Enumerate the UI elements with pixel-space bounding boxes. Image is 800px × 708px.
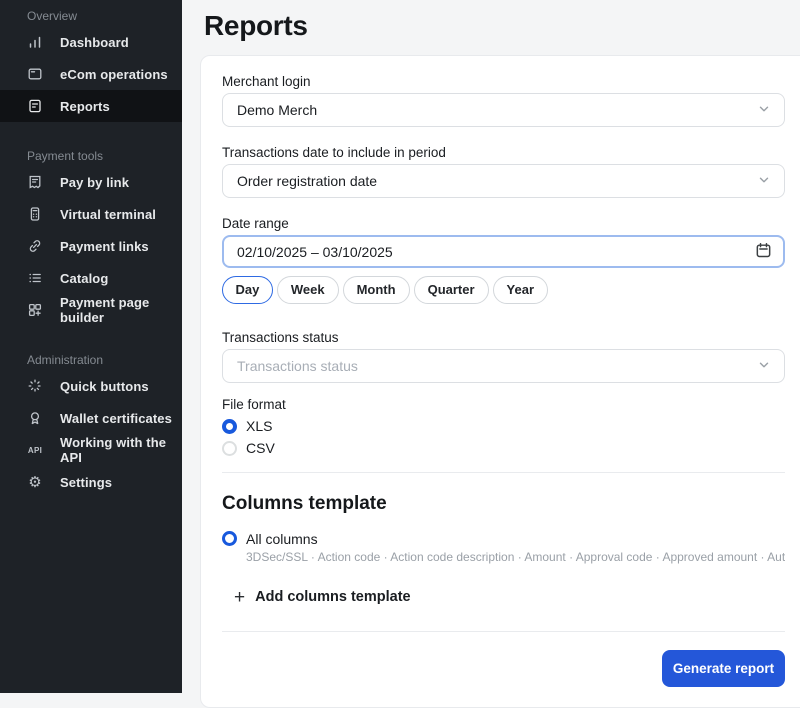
columns-template-option-all: All columns 3DSec/SSL · Action code · Ac… (222, 531, 785, 564)
section-divider (222, 472, 785, 473)
sidebar-item-payment-links[interactable]: Payment links (0, 230, 182, 262)
sidebar-item-virtual-terminal[interactable]: Virtual terminal (0, 198, 182, 230)
card-icon (27, 66, 43, 82)
radio-selected-icon[interactable] (222, 419, 237, 434)
sidebar-item-settings[interactable]: ⚙ Settings (0, 466, 182, 498)
sidebar-item-label: Virtual terminal (60, 207, 156, 222)
link-icon (27, 238, 43, 254)
receipt-icon (27, 174, 43, 190)
sidebar-item-label: Reports (60, 99, 110, 114)
sidebar-item-wallet-certificates[interactable]: Wallet certificates (0, 402, 182, 434)
transactions-status-label: Transactions status (222, 330, 785, 345)
period-pill-quarter[interactable]: Quarter (414, 276, 489, 304)
bar-chart-icon (27, 34, 43, 50)
sidebar-item-working-with-the-api[interactable]: API Working with the API (0, 434, 182, 466)
sidebar: Overview Dashboard eCom operations Repor… (0, 0, 182, 693)
sidebar-item-dashboard[interactable]: Dashboard (0, 26, 182, 58)
list-icon (27, 270, 43, 286)
sidebar-item-reports[interactable]: Reports (0, 90, 182, 122)
transactions-date-value: Order registration date (237, 173, 377, 189)
chevron-down-icon (757, 102, 771, 119)
add-columns-template-button[interactable]: + Add columns template (234, 588, 411, 607)
radio-selected-icon[interactable] (222, 531, 237, 546)
calendar-icon[interactable] (755, 242, 772, 262)
terminal-icon (27, 206, 43, 222)
sidebar-item-label: Dashboard (60, 35, 129, 50)
date-range-label: Date range (222, 216, 785, 231)
period-pill-year[interactable]: Year (493, 276, 548, 304)
sidebar-item-label: eCom operations (60, 67, 168, 82)
merchant-login-select[interactable]: Demo Merch (222, 93, 785, 127)
generate-report-button[interactable]: Generate report (662, 650, 785, 687)
all-columns-radio-row[interactable]: All columns (222, 531, 785, 547)
transactions-date-select[interactable]: Order registration date (222, 164, 785, 198)
main-content: Reports Merchant login Demo Merch Transa… (182, 0, 800, 693)
columns-template-heading: Columns template (222, 493, 785, 515)
sidebar-item-label: Settings (60, 475, 112, 490)
plus-icon: + (234, 588, 245, 607)
radio-label: CSV (246, 440, 275, 456)
api-icon: API (27, 442, 43, 458)
transactions-status-placeholder: Transactions status (237, 358, 358, 374)
file-format-option-xls[interactable]: XLS (222, 418, 785, 434)
file-format-option-csv[interactable]: CSV (222, 440, 785, 456)
sidebar-item-label: Working with the API (60, 435, 182, 465)
period-pill-week[interactable]: Week (277, 276, 339, 304)
sidebar-section-administration: Administration (0, 350, 182, 370)
sidebar-item-payment-page-builder[interactable]: Payment page builder (0, 294, 182, 326)
chevron-down-icon (757, 173, 771, 190)
date-range-value: 02/10/2025 – 03/10/2025 (237, 244, 393, 260)
sidebar-item-label: Payment page builder (60, 295, 182, 325)
transactions-date-label: Transactions date to include in period (222, 145, 785, 160)
grid-plus-icon (27, 302, 43, 318)
radio-label: All columns (246, 531, 318, 547)
gear-icon: ⚙ (27, 474, 43, 490)
merchant-login-value: Demo Merch (237, 102, 317, 118)
period-pill-day[interactable]: Day (222, 276, 273, 304)
report-icon (27, 98, 43, 114)
transactions-status-select[interactable]: Transactions status (222, 349, 785, 383)
all-columns-description: 3DSec/SSL · Action code · Action code de… (246, 550, 785, 564)
add-columns-template-label: Add columns template (255, 589, 411, 605)
chevron-down-icon (757, 358, 771, 375)
merchant-login-label: Merchant login (222, 74, 785, 89)
sidebar-item-catalog[interactable]: Catalog (0, 262, 182, 294)
sidebar-item-pay-by-link[interactable]: Pay by link (0, 166, 182, 198)
form-footer: Generate report (222, 650, 785, 687)
badge-icon (27, 410, 43, 426)
sidebar-item-quick-buttons[interactable]: Quick buttons (0, 370, 182, 402)
period-pill-month[interactable]: Month (343, 276, 410, 304)
sidebar-item-label: Wallet certificates (60, 411, 172, 426)
sparkle-icon (27, 378, 43, 394)
sidebar-section-overview: Overview (0, 6, 182, 26)
sidebar-item-ecom-operations[interactable]: eCom operations (0, 58, 182, 90)
footer-divider (222, 631, 785, 632)
sidebar-item-label: Payment links (60, 239, 149, 254)
period-pill-group: Day Week Month Quarter Year (222, 276, 785, 304)
radio-label: XLS (246, 418, 272, 434)
sidebar-item-label: Quick buttons (60, 379, 149, 394)
date-range-input[interactable]: 02/10/2025 – 03/10/2025 (222, 235, 785, 268)
sidebar-section-payment-tools: Payment tools (0, 146, 182, 166)
file-format-label: File format (222, 397, 785, 412)
sidebar-item-label: Catalog (60, 271, 108, 286)
sidebar-item-label: Pay by link (60, 175, 129, 190)
report-form-card: Merchant login Demo Merch Transactions d… (200, 55, 800, 708)
page-title: Reports (204, 10, 800, 42)
radio-unselected-icon[interactable] (222, 441, 237, 456)
